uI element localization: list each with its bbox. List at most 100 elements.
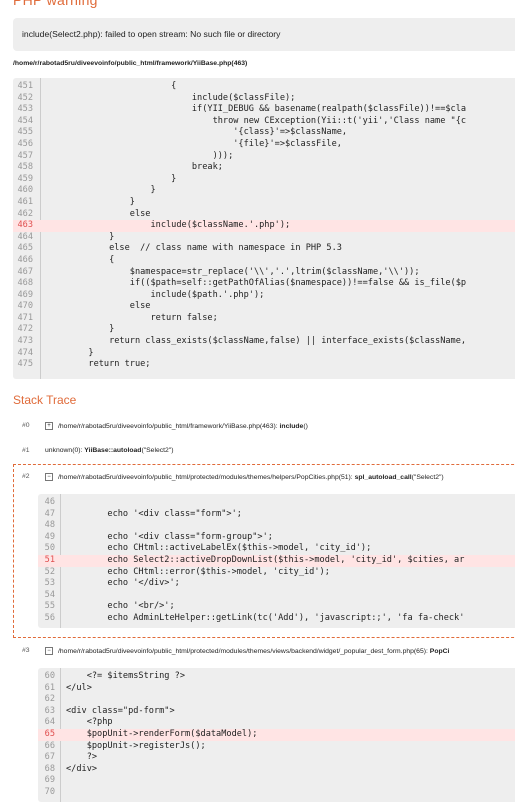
line-number: 455 [17,127,33,138]
trace-2-code-panel: echo '<div class="form">'; echo '<div cl… [38,494,515,628]
code-line: echo '<br/>'; [38,601,515,613]
line-number: 467 [17,266,33,277]
expand-toggle-icon[interactable]: + [45,422,53,430]
code-text: return false; [47,312,218,323]
line-number: 469 [17,289,33,300]
page-title: PHP warning [13,0,98,8]
code-line: if(YII_DEBUG && basename(realpath($class… [13,104,515,116]
code-text: echo CHtml::error($this->model, 'city_id… [66,566,330,577]
line-number: 473 [17,336,33,347]
code-line: include($path.'.php'); [13,290,515,302]
trace-args: () [303,422,308,430]
line-number: 470 [17,301,33,312]
collapse-toggle-icon[interactable]: − [45,473,53,481]
code-line: ))); [13,151,515,163]
code-text: } [47,196,135,207]
code-text: } [47,231,115,242]
line-number-gutter: 60 61 62 63 64 65 66 67 68 69 70 [38,671,55,799]
line-number: 69 [44,775,55,786]
code-line: ?> [38,752,515,764]
code-text: echo '<div class="form">'; [66,508,242,519]
highlighted-code-line: $popUnit->renderForm($dataModel); [38,728,515,741]
line-number: 464 [17,231,33,242]
trace-function: include [279,422,304,430]
code-line: <div class="pd-form"> [38,706,515,718]
line-number: 468 [17,278,33,289]
code-line: } [13,185,515,197]
line-number: 70 [44,786,55,797]
line-number: 65 [38,728,55,741]
trace-path: /home/r/rabotad5ru/diveevoinfo/public_ht… [58,422,278,430]
code-text: </div> [66,763,98,774]
code-text: echo '</div>'; [66,578,180,589]
code-line: return class_exists($className,false) ||… [13,336,515,348]
line-number: 50 [44,543,55,554]
source-lines: { include($classFile); if(YII_DEBUG && b… [13,81,515,371]
code-line: echo CHtml::activeLabelEx($this->model, … [38,543,515,555]
trace-path: /home/r/rabotad5ru/diveevoinfo/public_ht… [58,473,353,481]
code-text: '{class}'=>$className, [47,127,348,138]
line-number: 458 [17,162,33,173]
code-line: else // class name with namespace in PHP… [13,243,515,255]
code-text: return true; [47,359,151,370]
code-text: include($path.'.php'); [47,289,265,300]
line-number: 461 [17,196,33,207]
error-file-path: /home/r/rabotad5ru/diveevoinfo/public_ht… [13,60,248,67]
line-number: 60 [44,671,55,681]
line-number: 49 [44,531,55,542]
code-text: echo '<br/>'; [66,601,175,612]
code-text: echo AdminLteHelper::getLink(tc('Add'), … [66,612,465,623]
line-number: 62 [44,694,55,705]
code-line: else [13,209,515,221]
stack-trace-title: Stack Trace [13,393,77,407]
line-number: 64 [44,717,55,728]
line-number: 68 [44,763,55,774]
line-number: 475 [17,359,33,370]
trace-function: spl_autoload_call [354,473,412,481]
trace-path: unknown(0): [45,447,83,454]
code-line: <?php [38,717,515,729]
line-number: 462 [17,208,33,219]
code-line: echo '<div class="form">'; [38,509,515,521]
code-text: $popUnit->renderForm($dataModel); [66,728,258,739]
line-number: 46 [44,497,55,507]
code-line: </div> [38,764,515,776]
code-line: throw new CException(Yii::t('yii','Class… [13,116,515,128]
line-number: 53 [44,578,55,589]
trace-args: ("Select2") [141,447,174,454]
code-line: include($classFile); [13,93,515,105]
trace-number: #2 [22,473,30,480]
code-text: if(YII_DEBUG && basename(realpath($class… [47,104,467,115]
line-number: 52 [44,566,55,577]
trace-number: #3 [22,647,30,654]
line-number: 472 [17,324,33,335]
code-text: else // class name with namespace in PHP… [47,243,342,254]
code-text: ))); [47,150,234,161]
trace-path: /home/r/rabotad5ru/diveevoinfo/public_ht… [58,647,428,655]
line-number: 54 [44,589,55,600]
code-text: echo CHtml::activeLabelEx($this->model, … [66,543,372,554]
code-line: echo '<div class="form-group">'; [38,532,515,544]
line-number: 67 [44,752,55,763]
code-text: } [47,173,177,184]
code-line: } [13,324,515,336]
code-text: </ul> [66,682,92,693]
line-number: 56 [44,612,55,623]
trace-function: PopCi [429,647,450,655]
line-number: 452 [17,92,33,103]
line-number: 51 [38,554,55,567]
code-line: if(($path=self::getPathOfAlias($namespac… [13,278,515,290]
code-line: </ul> [38,683,515,695]
trace-args: ("Select2") [411,473,444,481]
code-line: '{class}'=>$className, [13,127,515,139]
code-line: { [13,255,515,267]
line-number: 61 [44,682,55,693]
code-text: throw new CException(Yii::t('yii','Class… [47,115,467,126]
code-text: $namespace=str_replace('\\','.',ltrim($c… [47,266,420,277]
code-text: break; [47,162,223,173]
collapse-toggle-icon[interactable]: − [45,647,53,655]
